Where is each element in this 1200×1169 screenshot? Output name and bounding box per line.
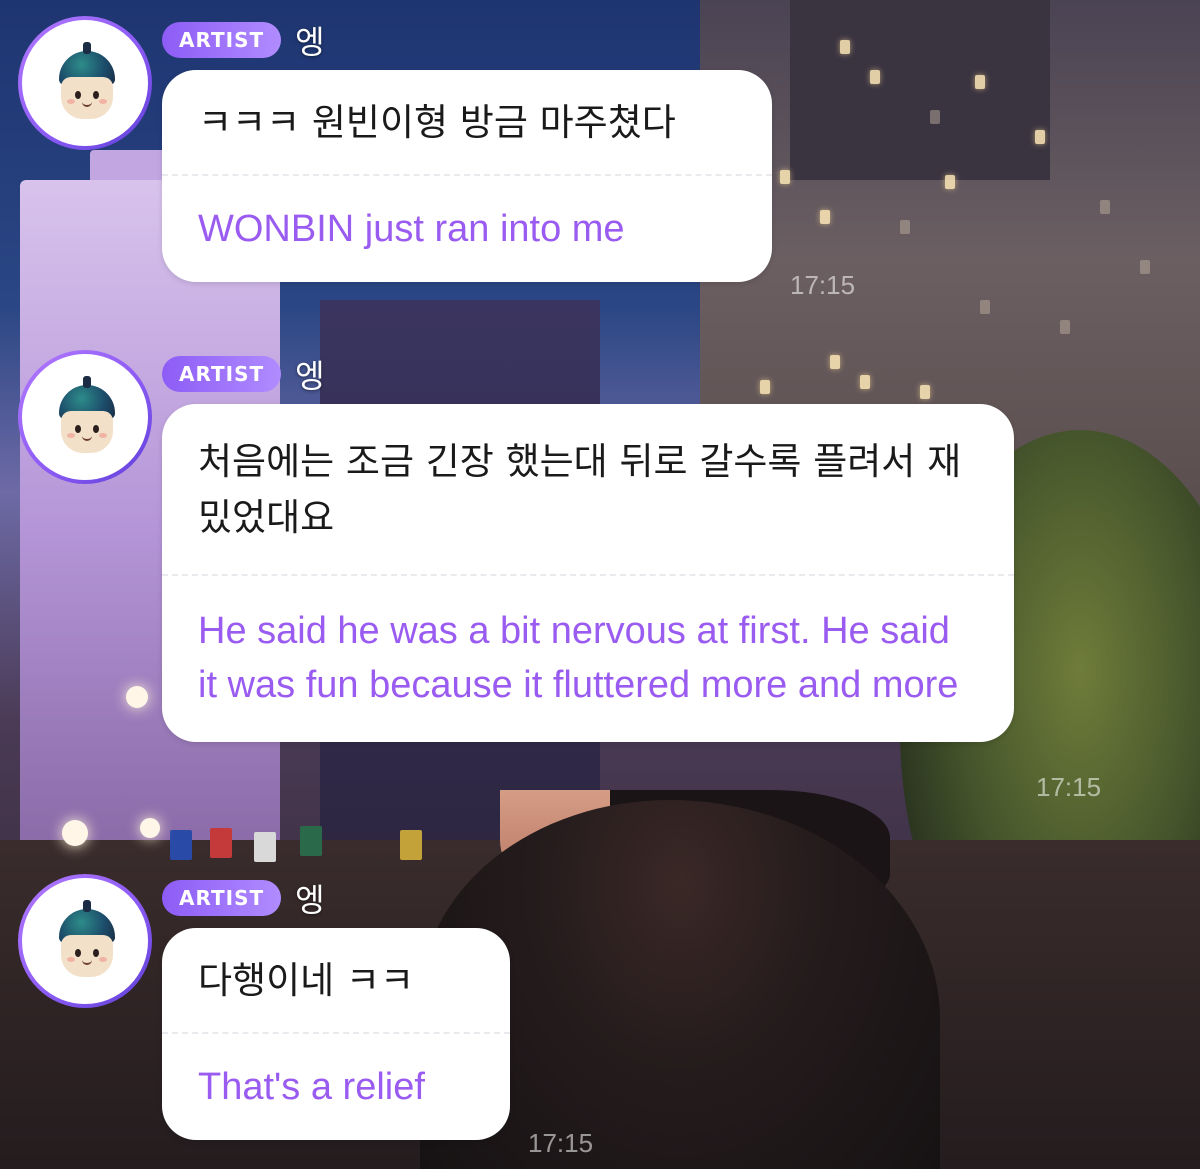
translated-text: He said he was a bit nervous at first. H… xyxy=(198,610,959,706)
sender-name[interactable]: 엥 xyxy=(295,351,324,397)
message-bubble[interactable]: ㅋㅋㅋ 원빈이형 방금 마주쳤다 WONBIN just ran into me xyxy=(162,70,772,282)
mascot-face xyxy=(61,411,113,453)
message-header: ARTIST 엥 xyxy=(162,17,325,63)
flag xyxy=(400,830,422,860)
message-bubble[interactable]: 처음에는 조금 긴장 했는대 뒤로 갈수록 플려서 재밌었대요 He said … xyxy=(162,404,1014,742)
window-light xyxy=(830,355,840,369)
mascot-cheek xyxy=(99,957,107,962)
mascot-eye xyxy=(75,91,81,99)
window-light xyxy=(870,70,880,84)
window-light xyxy=(1035,130,1045,144)
window-light xyxy=(760,380,770,394)
mascot-cheek xyxy=(67,433,75,438)
window-light xyxy=(980,300,990,314)
mascot-eye xyxy=(75,425,81,433)
message-timestamp: 17:15 xyxy=(1036,772,1102,802)
mascot-mouth xyxy=(82,436,92,441)
flags xyxy=(170,820,490,880)
street-light xyxy=(126,686,148,708)
mascot-avatar-icon xyxy=(22,878,148,1004)
mascot-cheek xyxy=(99,433,107,438)
window-light xyxy=(900,220,910,234)
avatar[interactable] xyxy=(18,874,152,1008)
window-light xyxy=(860,375,870,389)
window-light xyxy=(820,210,830,224)
window-light xyxy=(840,40,850,54)
flag xyxy=(170,830,192,860)
avatar[interactable] xyxy=(18,16,152,150)
mascot-cheek xyxy=(67,957,75,962)
mascot-face xyxy=(61,935,113,977)
street-light xyxy=(140,818,160,838)
building-right-tower xyxy=(790,0,1050,180)
translated-text: WONBIN just ran into me xyxy=(198,208,625,250)
artist-badge: ARTIST xyxy=(162,356,282,392)
artist-badge: ARTIST xyxy=(162,880,282,916)
mascot-eye xyxy=(93,91,99,99)
original-text: 처음에는 조금 긴장 했는대 뒤로 갈수록 플려서 재밌었대요 xyxy=(198,440,962,539)
message-header: ARTIST 엥 xyxy=(162,351,325,397)
mascot-mouth xyxy=(82,102,92,107)
sender-name[interactable]: 엥 xyxy=(295,17,324,63)
window-light xyxy=(1060,320,1070,334)
mascot-eye xyxy=(75,949,81,957)
flag xyxy=(254,832,276,862)
mascot-cheek xyxy=(67,99,75,104)
mascot-face xyxy=(61,77,113,119)
message-header: ARTIST 엥 xyxy=(162,875,325,921)
sender-name[interactable]: 엥 xyxy=(295,875,324,921)
window-light xyxy=(1100,200,1110,214)
message-timestamp: 17:15 xyxy=(528,1128,594,1158)
mascot-eye xyxy=(93,949,99,957)
flag xyxy=(210,828,232,858)
mascot-eye xyxy=(93,425,99,433)
window-light xyxy=(945,175,955,189)
window-light xyxy=(1140,260,1150,274)
mascot-avatar-icon xyxy=(22,354,148,480)
window-light xyxy=(975,75,985,89)
window-light xyxy=(920,385,930,399)
window-light xyxy=(780,170,790,184)
original-text: ㅋㅋㅋ 원빈이형 방금 마주쳤다 xyxy=(198,101,676,144)
avatar[interactable] xyxy=(18,350,152,484)
artist-badge: ARTIST xyxy=(162,22,282,58)
mascot-mouth xyxy=(82,960,92,965)
message-timestamp: 17:15 xyxy=(790,270,856,300)
mascot-avatar-icon xyxy=(22,20,148,146)
mascot-cheek xyxy=(99,99,107,104)
window-light xyxy=(930,110,940,124)
flag xyxy=(300,826,322,856)
message-bubble[interactable]: 다행이네 ㅋㅋ That's a relief xyxy=(162,928,510,1140)
original-text: 다행이네 ㅋㅋ xyxy=(198,959,415,1002)
street-light xyxy=(62,820,88,846)
translated-text: That's a relief xyxy=(198,1066,425,1108)
